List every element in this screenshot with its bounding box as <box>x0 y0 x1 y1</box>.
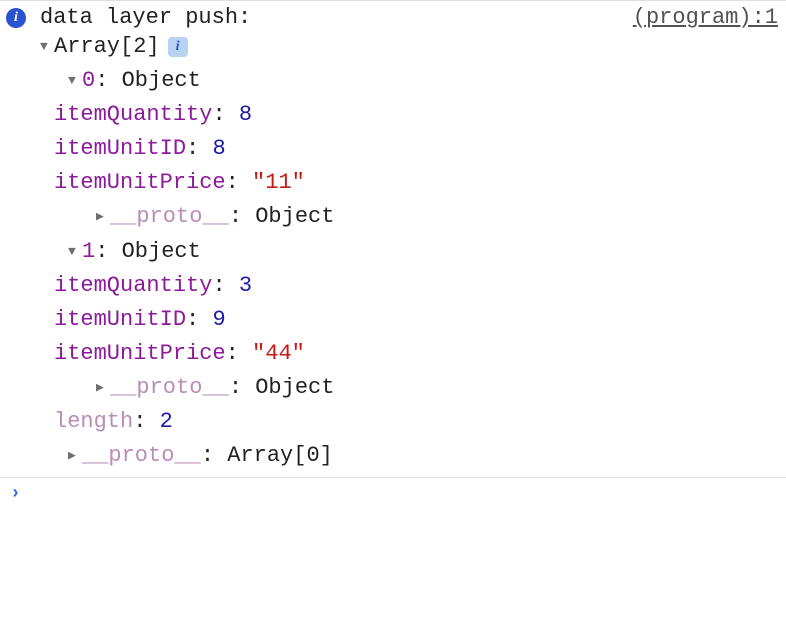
root-count: [2] <box>120 30 160 64</box>
prop-key: itemQuantity <box>54 98 212 132</box>
tree-prop-line[interactable]: itemUnitID: 9 <box>40 303 778 337</box>
tree-prop-line[interactable]: itemQuantity: 8 <box>40 98 778 132</box>
prop-value: "11" <box>252 166 305 200</box>
prop-value: 8 <box>239 98 252 132</box>
tree-root-line[interactable]: Array[2] i <box>40 30 778 64</box>
disclosure-triangle-icon[interactable] <box>96 378 108 398</box>
length-key: length <box>54 405 133 439</box>
prop-key: itemUnitID <box>54 132 186 166</box>
prop-key: itemUnitPrice <box>54 337 226 371</box>
proto-key: __proto__ <box>82 439 201 473</box>
tree-proto-line[interactable]: __proto__: Array[0] <box>40 439 778 473</box>
tree-proto-line[interactable]: __proto__: Object <box>40 371 778 405</box>
proto-value: Object <box>255 371 334 405</box>
info-icon: i <box>6 8 26 28</box>
proto-key: __proto__ <box>110 200 229 234</box>
chevron-right-icon: › <box>10 484 21 504</box>
prop-value: 8 <box>212 132 225 166</box>
prop-value: "44" <box>252 337 305 371</box>
disclosure-triangle-icon[interactable] <box>68 446 80 466</box>
info-badge-icon[interactable]: i <box>168 37 188 57</box>
tree-prop-line[interactable]: itemUnitPrice: "44" <box>40 337 778 371</box>
disclosure-triangle-icon[interactable] <box>68 242 80 262</box>
tree-prop-line[interactable]: itemUnitID: 8 <box>40 132 778 166</box>
log-label: data layer push: <box>40 5 251 30</box>
object-tree: Array[2] i 0: Object itemQuantity: 8 ite… <box>6 30 778 473</box>
root-type: Array <box>54 30 120 64</box>
length-value: 2 <box>160 405 173 439</box>
tree-entry-header[interactable]: 1: Object <box>40 235 778 269</box>
prop-key: itemUnitID <box>54 303 186 337</box>
entry-type: Object <box>122 235 201 269</box>
tree-entry-header[interactable]: 0: Object <box>40 64 778 98</box>
console-prompt[interactable]: › <box>0 478 786 510</box>
prop-key: itemUnitPrice <box>54 166 226 200</box>
array-index: 0 <box>82 64 95 98</box>
entry-type: Object <box>122 64 201 98</box>
proto-key: __proto__ <box>110 371 229 405</box>
console-header-line: i data layer push: (program):1 <box>6 5 778 30</box>
tree-proto-line[interactable]: __proto__: Object <box>40 200 778 234</box>
prop-value: 9 <box>212 303 225 337</box>
disclosure-triangle-icon[interactable] <box>96 207 108 227</box>
proto-value: Array[0] <box>227 439 333 473</box>
proto-value: Object <box>255 200 334 234</box>
tree-prop-line[interactable]: itemUnitPrice: "11" <box>40 166 778 200</box>
source-link[interactable]: (program):1 <box>633 5 778 30</box>
disclosure-triangle-icon[interactable] <box>40 37 52 57</box>
disclosure-triangle-icon[interactable] <box>68 71 80 91</box>
array-index: 1 <box>82 235 95 269</box>
prop-key: itemQuantity <box>54 269 212 303</box>
console-message-row: i data layer push: (program):1 Array[2] … <box>0 0 786 478</box>
tree-length-line[interactable]: length: 2 <box>40 405 778 439</box>
tree-prop-line[interactable]: itemQuantity: 3 <box>40 269 778 303</box>
prop-value: 3 <box>239 269 252 303</box>
